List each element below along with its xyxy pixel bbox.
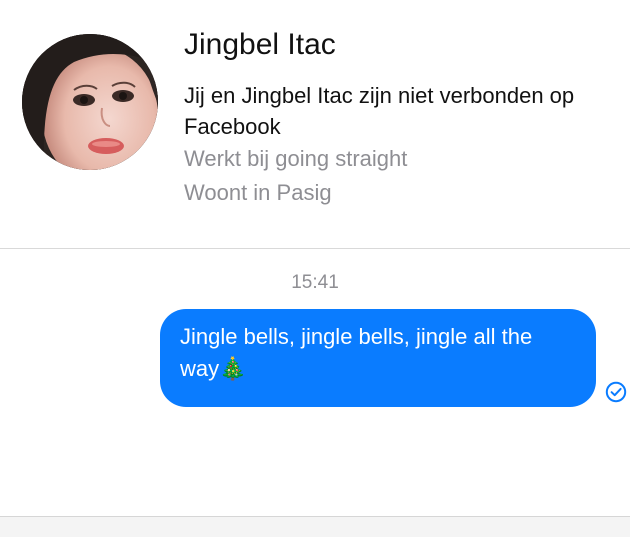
profile-location-info: Woont in Pasig	[184, 180, 332, 205]
header-divider	[0, 248, 630, 249]
outgoing-message-bubble[interactable]: Jingle bells, jingle bells, jingle all t…	[160, 309, 596, 407]
message-composer-bar[interactable]	[0, 517, 630, 537]
sent-check-icon	[605, 381, 627, 403]
avatar-photo	[22, 34, 158, 170]
profile-header: Jingbel Itac Jij en Jingbel Itac zijn ni…	[0, 0, 630, 248]
profile-name: Jingbel Itac	[184, 28, 336, 61]
connection-status-text: Jij en Jingbel Itac zijn niet verbonden …	[184, 83, 575, 139]
profile-work-info: Werkt bij going straight	[184, 146, 408, 171]
message-timestamp: 15:41	[291, 272, 339, 293]
messenger-conversation-screen: Jingbel Itac Jij en Jingbel Itac zijn ni…	[0, 0, 630, 537]
profile-avatar[interactable]	[22, 34, 158, 170]
